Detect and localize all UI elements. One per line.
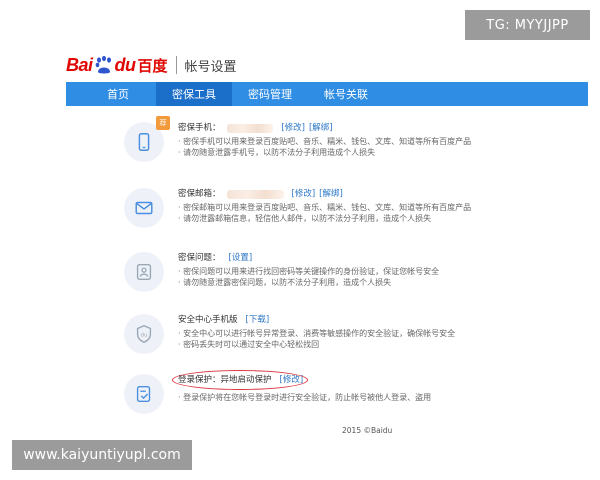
- row-desc-line: · 安全中心可以进行帐号异常登录、消费等敏感操作的安全验证，确保帐号安全: [178, 329, 456, 338]
- row-desc-line: · 请勿泄露邮箱信息，轻信他人邮件，以防不法分子利用，造成个人损失: [178, 214, 432, 223]
- row-icon-wrap: 荐: [124, 116, 170, 162]
- row-desc-line: · 密保手机可以用来登录百度贴吧、音乐、糯米、钱包、文库、知道等所有百度产品: [178, 137, 472, 146]
- security-row-phone: 荐 密保手机： [修改] [解绑] · 密保手机可以用来登录百度贴吧、音乐、糯米…: [124, 116, 524, 162]
- row-desc-line: · 请勿随意泄露密保问题，以防不法分子利用，造成个人损失: [178, 278, 392, 287]
- masked-phone-value: [226, 123, 274, 133]
- login-check-icon: [136, 385, 151, 403]
- red-circle-highlight: [172, 370, 308, 390]
- nav-item-account-link[interactable]: 帐号关联: [308, 82, 384, 106]
- page-title: 帐号设置: [184, 59, 237, 75]
- header: Bai du 百度 帐号设置: [66, 48, 586, 82]
- question-icon: [136, 263, 152, 281]
- tg-overlay-label: TG: MYYJJPP: [465, 10, 590, 40]
- masked-email-value: [226, 189, 284, 199]
- logo-text-bai: Bai: [66, 54, 93, 75]
- row-icon-wrap: [124, 188, 164, 228]
- setup-link[interactable]: [设置]: [229, 253, 253, 264]
- row-desc-line: · 密码丢失时可以通过安全中心轻松找回: [178, 340, 320, 349]
- security-row-email: 密保邮箱： [修改] [解绑] · 密保邮箱可以用来登录百度贴吧、音乐、糯米、钱…: [124, 188, 524, 228]
- baidu-logo[interactable]: Bai du 百度: [66, 50, 168, 80]
- nav-item-password[interactable]: 密码管理: [232, 82, 308, 106]
- recommend-badge: 荐: [156, 116, 170, 130]
- logo-text-cn: 百度: [137, 56, 168, 75]
- logo-text-du: du: [114, 54, 137, 75]
- edit-link[interactable]: [修改]: [281, 123, 305, 134]
- paw-icon: [94, 55, 114, 75]
- phone-icon: [138, 133, 150, 151]
- row-icon-wrap: [124, 252, 164, 292]
- security-row-question: 密保问题： [设置] · 密保问题可以用来进行找回密码等关键操作的身份验证，保证…: [124, 252, 524, 292]
- header-divider: [175, 56, 177, 74]
- row-icon-wrap: [124, 374, 164, 414]
- row-label: 安全中心手机版: [178, 314, 238, 325]
- security-row-login-protect: 登录保护：异地启动保护 [修改] · 登录保护将在您帐号登录时进行安全验证，防止…: [124, 370, 524, 414]
- shield-du-icon: du: [136, 325, 152, 343]
- row-desc-line: · 登录保护将在您帐号登录时进行安全验证，防止帐号被他人登录、盗用: [178, 393, 432, 402]
- main-nav: 首页 密保工具 密码管理 帐号关联: [66, 82, 588, 106]
- unbind-link[interactable]: [解绑]: [309, 123, 333, 134]
- row-desc-line: · 密保邮箱可以用来登录百度贴吧、音乐、糯米、钱包、文库、知道等所有百度产品: [178, 203, 472, 212]
- unbind-link[interactable]: [解绑]: [319, 189, 343, 200]
- row-desc-line: · 密保问题可以用来进行找回密码等关键操作的身份验证，保证您帐号安全: [178, 267, 440, 276]
- watermark-url: www.kaiyuntiyupl.com: [12, 440, 192, 470]
- download-link[interactable]: [下载]: [246, 315, 270, 326]
- row-desc-line: · 请勿随意泄露手机号，以防不法分子利用造成个人损失: [178, 148, 376, 157]
- row-label: 密保手机：: [178, 122, 221, 133]
- row-label: 密保邮箱：: [178, 188, 221, 199]
- row-icon-wrap: du: [124, 314, 164, 354]
- footer-copyright: 2015 ©Baidu: [342, 426, 393, 435]
- mail-icon: [135, 201, 153, 215]
- row-label: 密保问题：: [178, 252, 221, 263]
- edit-link[interactable]: [修改]: [292, 189, 316, 200]
- security-row-app: du 安全中心手机版 [下载] · 安全中心可以进行帐号异常登录、消费等敏感操作…: [124, 314, 524, 354]
- svg-text:du: du: [141, 332, 148, 338]
- nav-item-home[interactable]: 首页: [80, 82, 156, 106]
- nav-item-security-tools[interactable]: 密保工具: [156, 82, 232, 106]
